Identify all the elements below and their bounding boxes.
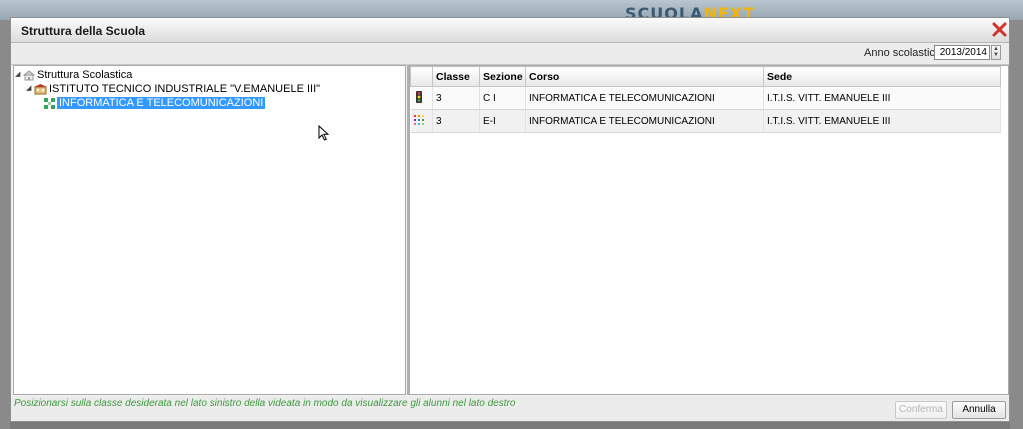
background-right-strip (1010, 20, 1023, 429)
school-year-spinner[interactable]: ▲ ▼ (991, 45, 1001, 60)
table-row[interactable]: 3 C I INFORMATICA E TELECOMUNICAZIONI I.… (410, 86, 1001, 110)
column-header-corso[interactable]: Corso (525, 66, 764, 87)
institute-icon (34, 83, 47, 95)
column-header-sezione[interactable]: Sezione (479, 66, 526, 87)
tree-node-institute[interactable]: ◢ ISTITUTO TECNICO INDUSTRIALE "V.EMANUE… (26, 82, 320, 96)
cell-sede: I.T.I.S. VITT. EMANUELE III (763, 109, 1001, 133)
structure-tree: ◢ Struttura Scolastica ◢ ISTITUTO TECNIC… (13, 65, 406, 395)
row-status-cell (410, 86, 433, 110)
tree-label-course: INFORMATICA E TELECOMUNICAZIONI (57, 97, 266, 109)
grid-dots-icon (413, 114, 424, 125)
hint-text: Posizionarsi sulla classe desiderata nel… (14, 398, 516, 409)
close-icon[interactable] (992, 22, 1007, 37)
school-building-icon (23, 69, 35, 81)
dialog-toolbar: Anno scolastico: ▲ ▼ (11, 43, 1009, 65)
cancel-button[interactable]: Annulla (952, 401, 1006, 419)
tree-label-institute: ISTITUTO TECNICO INDUSTRIALE "V.EMANUELE… (49, 83, 321, 95)
traffic-light-icon (415, 90, 422, 103)
tree-label-root: Struttura Scolastica (37, 69, 133, 81)
classes-grid: Classe Sezione Corso Sede 3 C I INFORMAT… (409, 65, 1009, 395)
tree-node-course[interactable]: INFORMATICA E TELECOMUNICAZIONI (44, 96, 266, 110)
classes-table: Classe Sezione Corso Sede 3 C I INFORMAT… (410, 66, 1001, 133)
cell-classe: 3 (432, 109, 480, 133)
cell-sezione: E-I (479, 109, 526, 133)
tree-node-root[interactable]: ◢ Struttura Scolastica (15, 68, 132, 82)
column-header-sede[interactable]: Sede (763, 66, 1001, 87)
course-icon (44, 97, 55, 109)
cell-classe: 3 (432, 86, 480, 110)
dialog-footer: Posizionarsi sulla classe desiderata nel… (11, 396, 1009, 421)
school-year-input[interactable] (934, 45, 990, 60)
spinner-down-icon[interactable]: ▼ (992, 52, 1000, 58)
tree-expand-icon[interactable]: ◢ (26, 82, 34, 96)
column-header-classe[interactable]: Classe (432, 66, 480, 87)
cell-sede: I.T.I.S. VITT. EMANUELE III (763, 86, 1001, 110)
mouse-cursor-icon (318, 125, 329, 141)
dialog-titlebar: Struttura della Scuola (11, 18, 1009, 43)
confirm-button[interactable]: Conferma (895, 401, 947, 419)
table-header: Classe Sezione Corso Sede (410, 66, 1001, 87)
dialog-title: Struttura della Scuola (21, 24, 146, 38)
cell-corso: INFORMATICA E TELECOMUNICAZIONI (525, 109, 764, 133)
cell-corso: INFORMATICA E TELECOMUNICAZIONI (525, 86, 764, 110)
table-row[interactable]: 3 E-I INFORMATICA E TELECOMUNICAZIONI I.… (410, 109, 1001, 133)
school-structure-dialog: Struttura della Scuola Anno scolastico: … (10, 17, 1010, 422)
column-header-icon[interactable] (410, 66, 433, 87)
background-left-strip (0, 20, 10, 429)
row-status-cell (410, 109, 433, 133)
tree-expand-icon[interactable]: ◢ (15, 68, 23, 82)
cell-sezione: C I (479, 86, 526, 110)
school-year-label: Anno scolastico: (864, 47, 945, 59)
